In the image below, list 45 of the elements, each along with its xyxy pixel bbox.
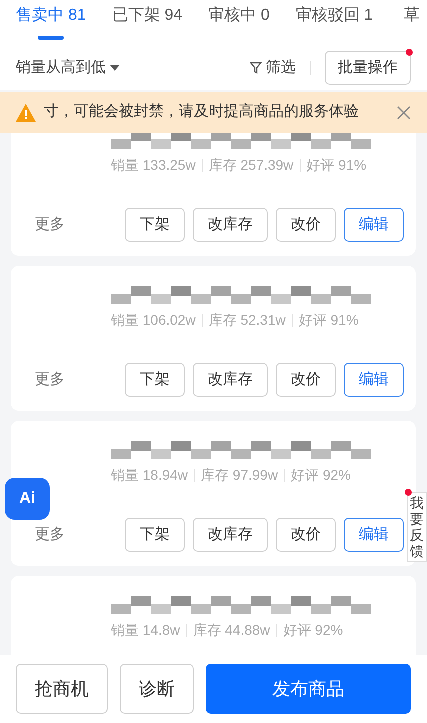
action-button[interactable]: 改价: [276, 363, 336, 397]
caret-icon: [110, 65, 120, 71]
sales-count: 销量 106.02w: [111, 311, 196, 330]
ai-assistant-button[interactable]: Ai: [5, 478, 50, 520]
stock-count: 库存 44.88w: [193, 621, 270, 640]
stock-count: 库存 52.31w: [208, 311, 286, 330]
batch-button[interactable]: 批量操作: [325, 51, 411, 85]
sort-dropdown[interactable]: 销量从高到低: [16, 56, 120, 80]
notice-text: 寸，可能会被封禁，请及时提高商品的服务体验: [44, 102, 360, 122]
action-button[interactable]: 编辑: [344, 208, 404, 242]
tab[interactable]: 审核驳回 1: [296, 4, 374, 40]
warning-icon: [16, 104, 36, 122]
action-button[interactable]: 下架: [125, 518, 185, 552]
tab[interactable]: 售卖中 81: [16, 4, 86, 40]
footer-button[interactable]: 发布商品: [206, 664, 411, 714]
action-button[interactable]: 改库存: [193, 208, 268, 242]
action-button[interactable]: 改库存: [193, 363, 268, 397]
footer-button[interactable]: 诊断: [120, 664, 194, 714]
feedback-tab[interactable]: 我要反馈: [407, 492, 427, 562]
tab[interactable]: 草: [399, 4, 426, 40]
action-button[interactable]: 编辑: [344, 363, 404, 397]
sales-count: 销量 18.94w: [111, 466, 188, 485]
more-link[interactable]: 更多: [35, 524, 65, 546]
tab[interactable]: 已下架 94: [112, 4, 182, 40]
tab[interactable]: 审核中 0: [208, 4, 270, 40]
more-link[interactable]: 更多: [35, 368, 65, 392]
sales-count: 销量 133.25w: [111, 156, 196, 175]
more-link[interactable]: 更多: [35, 214, 65, 236]
action-button[interactable]: 下架: [125, 208, 185, 242]
close-icon[interactable]: [397, 106, 411, 120]
action-button[interactable]: 改价: [276, 208, 336, 242]
footer-button[interactable]: 抢商机: [16, 664, 108, 714]
filter-button[interactable]: 筛选: [250, 56, 296, 80]
rating: 好评 92%: [291, 466, 352, 485]
action-button[interactable]: 编辑: [344, 518, 404, 552]
stock-count: 库存 257.39w: [208, 156, 294, 175]
action-button[interactable]: 改价: [276, 518, 336, 552]
rating: 好评 91%: [298, 311, 359, 330]
stock-count: 库存 97.99w: [201, 466, 278, 485]
filter-icon: [250, 62, 262, 74]
action-button[interactable]: 下架: [125, 363, 185, 397]
rating: 好评 91%: [306, 156, 367, 175]
rating: 好评 92%: [283, 621, 344, 640]
action-button[interactable]: 改库存: [193, 518, 268, 552]
sales-count: 销量 14.8w: [111, 621, 180, 640]
